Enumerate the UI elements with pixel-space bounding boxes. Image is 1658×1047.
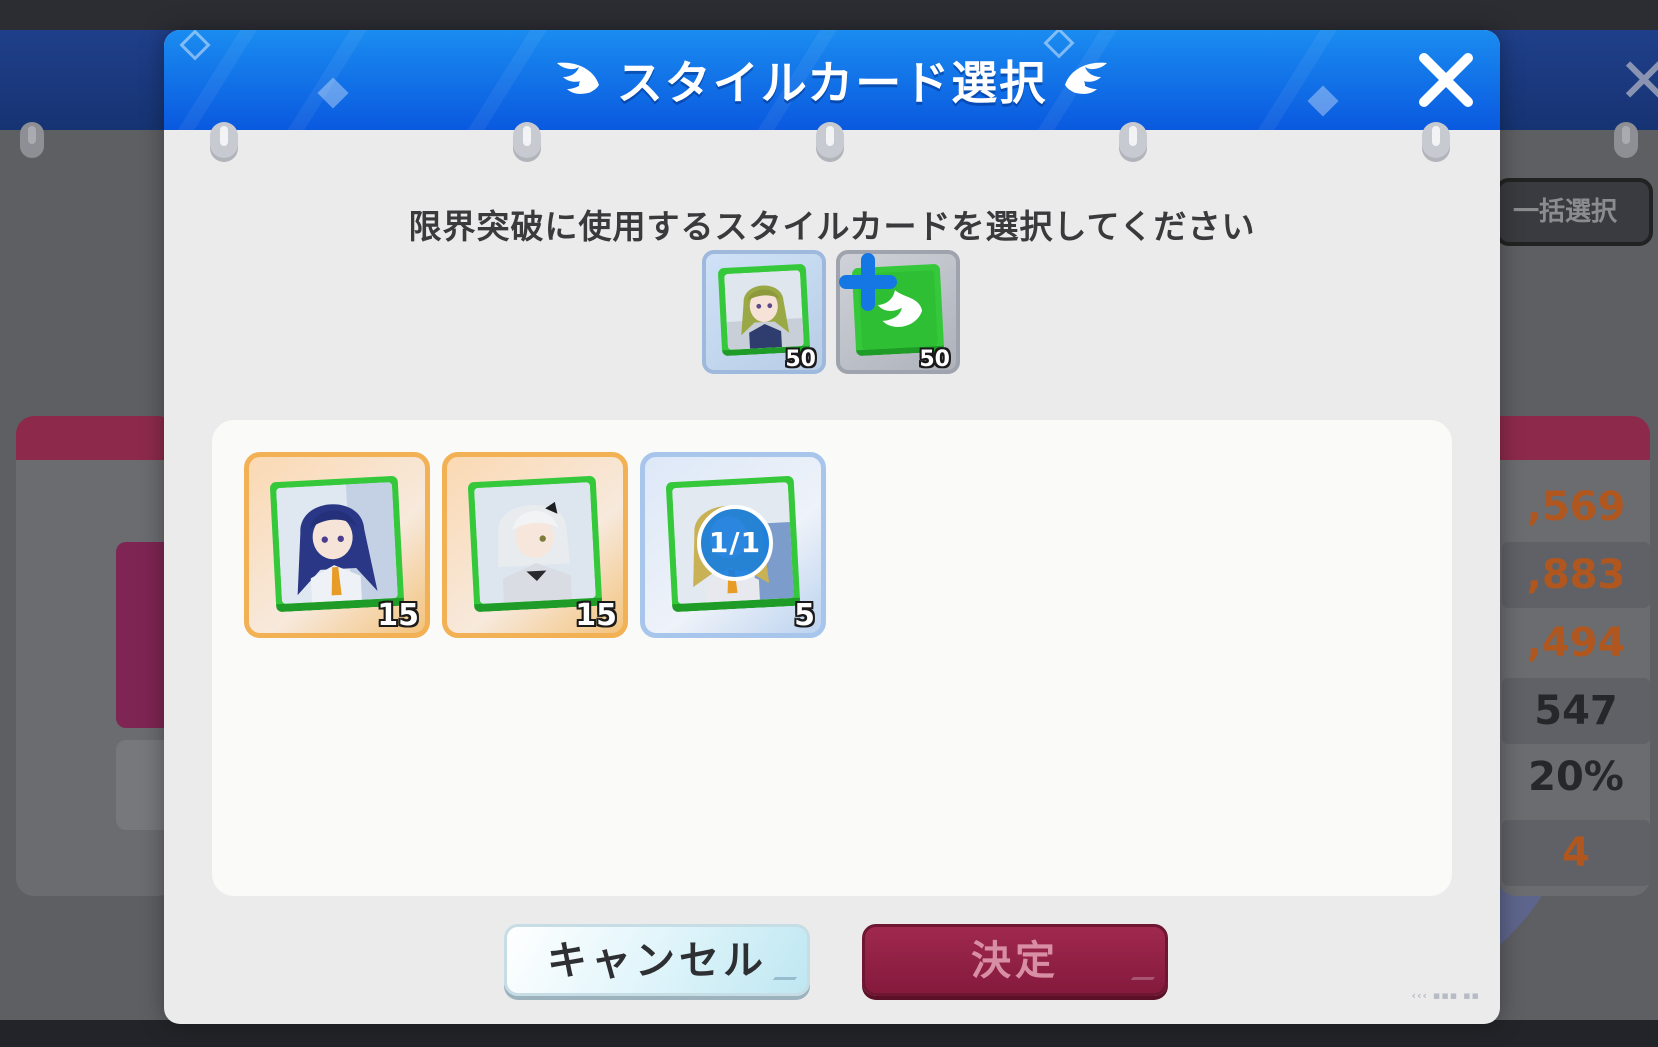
pin-decoration	[1422, 122, 1450, 162]
instruction-text: 限界突破に使用するスタイルカードを選択してください	[408, 207, 1256, 246]
background-stat-value: ,883	[1502, 542, 1650, 608]
background-bottom-bar	[0, 1020, 1658, 1047]
dialog-title: スタイルカード選択	[616, 56, 1048, 110]
card-level: 15	[377, 598, 419, 633]
confirm-button-label: 決定	[971, 938, 1059, 984]
card-level: 15	[575, 598, 617, 633]
material-style-card: 50	[836, 250, 960, 374]
card-portrait	[724, 270, 804, 350]
dialog-header: スタイルカード選択	[164, 30, 1500, 130]
background-pin	[20, 122, 44, 158]
cancel-button-label: キャンセル	[547, 938, 767, 984]
style-card-item[interactable]: 15	[442, 452, 628, 638]
brand-logo: ‹‹‹ ▪▪▪ ▪▪	[1411, 989, 1480, 1002]
background-pin	[1614, 122, 1638, 158]
target-style-card: 50	[702, 250, 826, 374]
pin-decoration	[513, 122, 541, 162]
selected-count-badge: 1/1	[697, 505, 773, 581]
wing-left-icon	[556, 62, 599, 94]
background-stat-value: ,494	[1526, 620, 1626, 666]
card-level: 5	[794, 598, 815, 633]
cancel-button[interactable]: キャンセル	[504, 924, 810, 996]
wing-right-icon	[1065, 62, 1108, 94]
background-stat-value: 20%	[1528, 754, 1624, 800]
style-card-item-selected[interactable]: 1/1 5	[640, 452, 826, 638]
background-close-icon: ✕	[1618, 44, 1658, 117]
style-card-select-dialog: スタイルカード選択 限界突破に使用するスタイルカードを選択してください 50 5…	[164, 30, 1500, 1024]
background-stat-value: 4	[1502, 820, 1650, 886]
background-stat-value: ,569	[1526, 484, 1626, 530]
style-card-item[interactable]: 15	[244, 452, 430, 638]
pin-decoration	[816, 122, 844, 162]
background-stat-value: 547	[1502, 678, 1650, 744]
plus-icon	[839, 253, 897, 311]
background-top-bar	[0, 0, 1658, 30]
card-portrait	[473, 482, 596, 604]
pin-decoration	[210, 122, 238, 162]
card-level: 50	[785, 347, 816, 372]
card-level: 50	[919, 347, 950, 372]
confirm-button[interactable]: 決定	[862, 924, 1168, 996]
background-bulk-select-button: 一括選択	[1495, 178, 1653, 246]
pin-decoration	[1119, 122, 1147, 162]
close-icon[interactable]	[1414, 48, 1478, 112]
card-portrait	[275, 482, 398, 604]
